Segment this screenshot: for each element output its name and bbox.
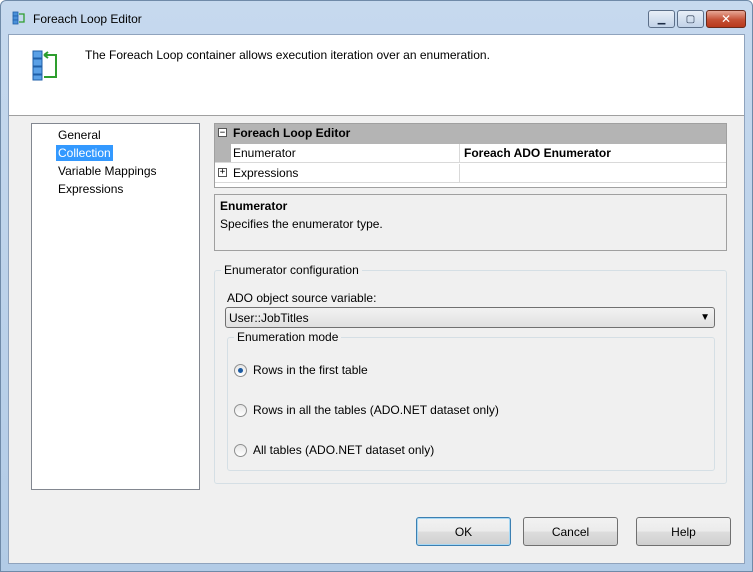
minimize-button[interactable]: ▁: [648, 10, 675, 28]
ok-button[interactable]: OK: [416, 517, 511, 546]
header-divider: [9, 115, 744, 116]
dialog-window: Foreach Loop Editor ▁ ▢ ✕ The Foreach Lo…: [0, 0, 753, 572]
nav-item-expressions[interactable]: Expressions: [56, 181, 125, 197]
close-button[interactable]: ✕: [706, 10, 746, 28]
foreach-loop-small-icon: [12, 11, 25, 25]
property-value[interactable]: [459, 164, 726, 182]
maximize-icon: ▢: [685, 13, 696, 25]
property-help-panel: Enumerator Specifies the enumerator type…: [214, 194, 727, 251]
collapse-icon[interactable]: −: [218, 128, 227, 138]
dialog-client-area: The Foreach Loop container allows execut…: [8, 34, 745, 564]
property-row-expressions[interactable]: + Expressions: [215, 164, 726, 183]
property-name: Expressions: [233, 166, 299, 180]
property-name: Enumerator: [233, 146, 296, 160]
minimize-icon: ▁: [657, 13, 666, 25]
help-button[interactable]: Help: [636, 517, 731, 546]
property-row-gutter: [215, 144, 231, 162]
nav-item-collection[interactable]: Collection: [56, 145, 113, 161]
radio-label-all-tables[interactable]: All tables (ADO.NET dataset only): [253, 443, 434, 457]
property-category-label: Foreach Loop Editor: [233, 126, 351, 140]
help-description: Specifies the enumerator type.: [220, 217, 383, 231]
source-variable-combobox[interactable]: User::JobTitles ▼: [225, 307, 715, 328]
close-icon: ✕: [720, 12, 732, 26]
source-variable-value: User::JobTitles: [229, 311, 309, 325]
radio-all-tables[interactable]: [234, 444, 247, 457]
radio-rows-all-tables[interactable]: [234, 404, 247, 417]
property-grid: − Foreach Loop Editor Enumerator Foreach…: [214, 123, 727, 188]
enumeration-mode-label: Enumeration mode: [234, 330, 342, 344]
property-category-row[interactable]: − Foreach Loop Editor: [215, 124, 726, 144]
radio-rows-first-table[interactable]: [234, 364, 247, 377]
cancel-button[interactable]: Cancel: [523, 517, 618, 546]
window-title: Foreach Loop Editor: [33, 12, 142, 26]
help-title: Enumerator: [220, 199, 288, 213]
radio-label-rows-first-table[interactable]: Rows in the first table: [253, 363, 368, 377]
title-bar[interactable]: Foreach Loop Editor ▁ ▢ ✕: [1, 1, 752, 35]
maximize-button[interactable]: ▢: [677, 10, 704, 28]
property-value[interactable]: Foreach ADO Enumerator: [459, 144, 726, 162]
foreach-loop-icon: [32, 50, 57, 81]
header-description: The Foreach Loop container allows execut…: [85, 48, 490, 62]
chevron-down-icon: ▼: [700, 312, 710, 323]
expand-icon[interactable]: +: [218, 168, 227, 177]
enumerator-configuration-label: Enumerator configuration: [221, 263, 362, 277]
property-row-enumerator[interactable]: Enumerator Foreach ADO Enumerator: [215, 144, 726, 163]
nav-item-variable-mappings[interactable]: Variable Mappings: [56, 163, 159, 179]
nav-item-general[interactable]: General: [56, 127, 103, 143]
page-navigation-list: General Collection Variable Mappings Exp…: [31, 123, 200, 490]
dialog-header: The Foreach Loop container allows execut…: [9, 35, 744, 115]
radio-label-rows-all-tables[interactable]: Rows in all the tables (ADO.NET dataset …: [253, 403, 499, 417]
source-variable-label: ADO object source variable:: [227, 291, 377, 305]
